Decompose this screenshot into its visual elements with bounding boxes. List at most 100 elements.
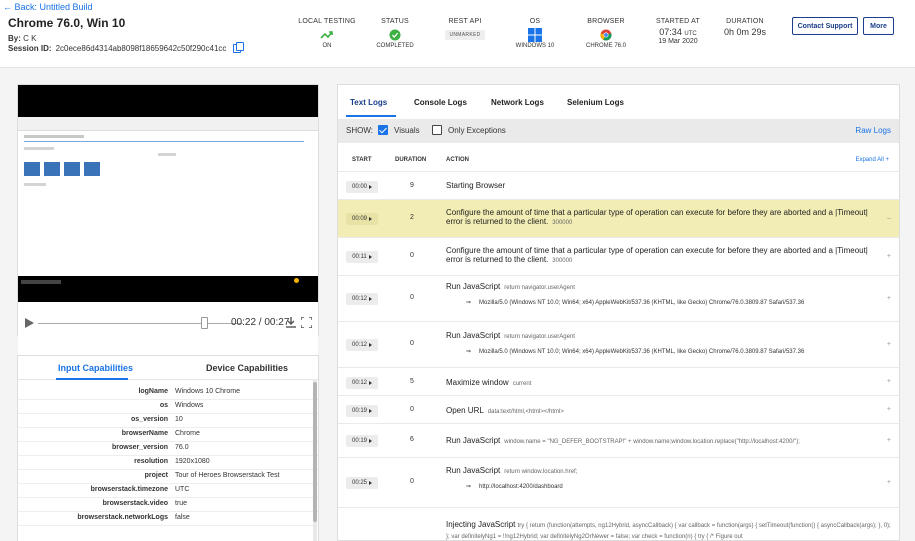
- log-start-chip[interactable]: 00:00: [346, 181, 378, 193]
- return-arrow-icon: ⇒: [466, 349, 472, 355]
- log-row[interactable]: 00:19 0 Open URL data:text/html,<html></htm…: [338, 395, 899, 423]
- log-row[interactable]: 00:25 0 Run JavaScript return window.locati…: [338, 457, 899, 507]
- capabilities-scrollbar[interactable]: [313, 380, 317, 541]
- capability-value: 1920x1080: [175, 458, 210, 465]
- log-row[interactable]: 00:11 0 Configure the amount of time that …: [338, 237, 899, 275]
- capability-value: Windows: [175, 402, 204, 409]
- column-duration: DURATION: [395, 157, 427, 163]
- capabilities-tabs: Input Capabilities Device Capabilities: [18, 356, 318, 380]
- expand-row-icon[interactable]: +: [887, 479, 891, 486]
- capability-row: logName Windows 10 Chrome: [18, 386, 318, 400]
- expand-row-icon[interactable]: –: [887, 215, 891, 222]
- log-row[interactable]: 00:12 5 Maximize window current +: [338, 367, 899, 395]
- meta-value: ON: [322, 43, 332, 49]
- scrollbar-thumb[interactable]: [313, 382, 317, 522]
- copy-icon[interactable]: [233, 42, 245, 53]
- tab-device-capabilities[interactable]: Device Capabilities: [206, 363, 288, 373]
- play-icon[interactable]: [25, 318, 34, 328]
- log-start-time: 00:19: [351, 408, 367, 414]
- play-from-icon: [369, 185, 372, 189]
- meta-local-testing: LOCAL TESTING ON: [297, 18, 357, 49]
- session-id-label: Session ID:: [8, 44, 52, 53]
- log-start-chip[interactable]: 00:09: [346, 213, 378, 225]
- by-value: C K: [23, 34, 37, 43]
- log-row[interactable]: 00:19 6 Run JavaScript window.name = "NG_DE…: [338, 423, 899, 457]
- expand-all-link[interactable]: Expand All +: [855, 157, 889, 163]
- log-action-result: ⇒ Mozilla/5.0 (Windows NT 10.0; Win64; x6…: [446, 299, 886, 308]
- log-row[interactable]: 00:12 0 Run JavaScript return navigator.use…: [338, 321, 899, 367]
- only-exceptions-checkbox[interactable]: [432, 125, 442, 135]
- log-action-name: Run JavaScript: [446, 436, 501, 445]
- log-duration: 0: [410, 340, 414, 347]
- capability-row: browserstack.video true: [18, 498, 318, 512]
- meta-os: OS WINDOWS 10: [506, 18, 564, 49]
- meta-head: DURATION: [726, 18, 764, 25]
- started-date: 19 Mar 2020: [658, 38, 698, 45]
- play-from-icon: [369, 297, 372, 301]
- log-start-chip[interactable]: 00:12: [346, 377, 378, 389]
- log-row[interactable]: Injecting JavaScript try { return (funct…: [338, 507, 899, 540]
- capability-row: browserstack.networkLogs false: [18, 512, 318, 526]
- expand-row-icon[interactable]: +: [887, 378, 891, 385]
- log-start-time: 00:19: [351, 438, 367, 444]
- logs-panel: Text Logs Console Logs Network Logs Sele…: [337, 84, 900, 541]
- log-row[interactable]: 00:12 0 Run JavaScript return navigator.use…: [338, 275, 899, 321]
- meta-head: LOCAL TESTING: [298, 18, 356, 25]
- meta-started-at: STARTED AT 07:34 UTC 19 Mar 2020: [650, 18, 706, 45]
- log-start-chip[interactable]: 00:11: [346, 251, 378, 263]
- tab-selenium-logs[interactable]: Selenium Logs: [567, 98, 624, 107]
- column-start: START: [352, 157, 372, 163]
- capability-key: browserName: [121, 430, 168, 437]
- more-button[interactable]: More: [863, 17, 894, 35]
- play-from-icon: [368, 255, 372, 259]
- download-icon[interactable]: [286, 317, 296, 328]
- log-start-chip[interactable]: 00:12: [346, 339, 378, 351]
- log-action-arg: return navigator.userAgent: [504, 334, 575, 340]
- active-tab-underline: [346, 115, 396, 117]
- log-start-chip[interactable]: 00:19: [346, 435, 378, 447]
- capability-value: false: [175, 514, 190, 521]
- log-duration: 0: [410, 294, 414, 301]
- expand-row-icon[interactable]: +: [887, 295, 891, 302]
- seek-track[interactable]: [38, 323, 243, 324]
- visuals-checkbox[interactable]: [378, 125, 388, 135]
- expand-row-icon[interactable]: +: [887, 341, 891, 348]
- log-start-chip[interactable]: 00:12: [346, 293, 378, 305]
- log-row[interactable]: 00:09 2 Configure the amount of time that …: [338, 199, 899, 237]
- tab-text-logs[interactable]: Text Logs: [350, 98, 387, 107]
- playback-time: 00:22 / 00:27: [231, 317, 290, 328]
- play-from-icon: [369, 439, 372, 443]
- meta-rest-api: REST API UNMARKED: [440, 18, 490, 43]
- log-action-result: ⇒ http://localhost:4200/dashboard: [446, 483, 886, 492]
- log-start-chip[interactable]: 00:25: [346, 477, 378, 489]
- log-row[interactable]: 00:00 9 Starting Browser: [338, 171, 899, 199]
- log-result-text: Mozilla/5.0 (Windows NT 10.0; Win64; x64…: [479, 300, 805, 306]
- log-action: Starting Browser: [446, 181, 886, 190]
- tab-input-capabilities[interactable]: Input Capabilities: [58, 363, 133, 373]
- expand-row-icon[interactable]: +: [887, 406, 891, 413]
- seek-handle[interactable]: [201, 317, 209, 329]
- contact-support-button[interactable]: Contact Support: [792, 17, 858, 35]
- fullscreen-icon[interactable]: [301, 317, 312, 328]
- meta-head: STATUS: [381, 18, 409, 25]
- play-from-icon: [369, 381, 372, 385]
- windows-icon: [506, 27, 564, 43]
- log-start-chip[interactable]: 00:19: [346, 405, 378, 417]
- log-action-arg: data:text/html,<html></html>: [487, 409, 564, 415]
- raw-logs-link[interactable]: Raw Logs: [855, 126, 891, 135]
- return-arrow-icon: ⇒: [466, 484, 472, 490]
- expand-row-icon[interactable]: +: [887, 253, 891, 260]
- expand-row-icon[interactable]: +: [887, 437, 891, 444]
- log-duration: 2: [410, 214, 414, 221]
- capability-row: browserName Chrome: [18, 428, 318, 442]
- tab-console-logs[interactable]: Console Logs: [414, 98, 467, 107]
- capabilities-panel: Input Capabilities Device Capabilities l…: [17, 355, 319, 541]
- tab-network-logs[interactable]: Network Logs: [491, 98, 544, 107]
- session-id: Session ID: 2c0ece86d4314ab8098f18659642…: [8, 42, 245, 53]
- meta-status: STATUS COMPLETED: [371, 18, 419, 49]
- capability-key: project: [144, 472, 168, 479]
- capability-key: resolution: [134, 458, 168, 465]
- return-arrow-icon: ⇒: [466, 300, 472, 306]
- back-link[interactable]: ← Back: Untitled Build: [3, 2, 93, 12]
- capability-row: project Tour of Heroes Browserstack Test: [18, 470, 318, 484]
